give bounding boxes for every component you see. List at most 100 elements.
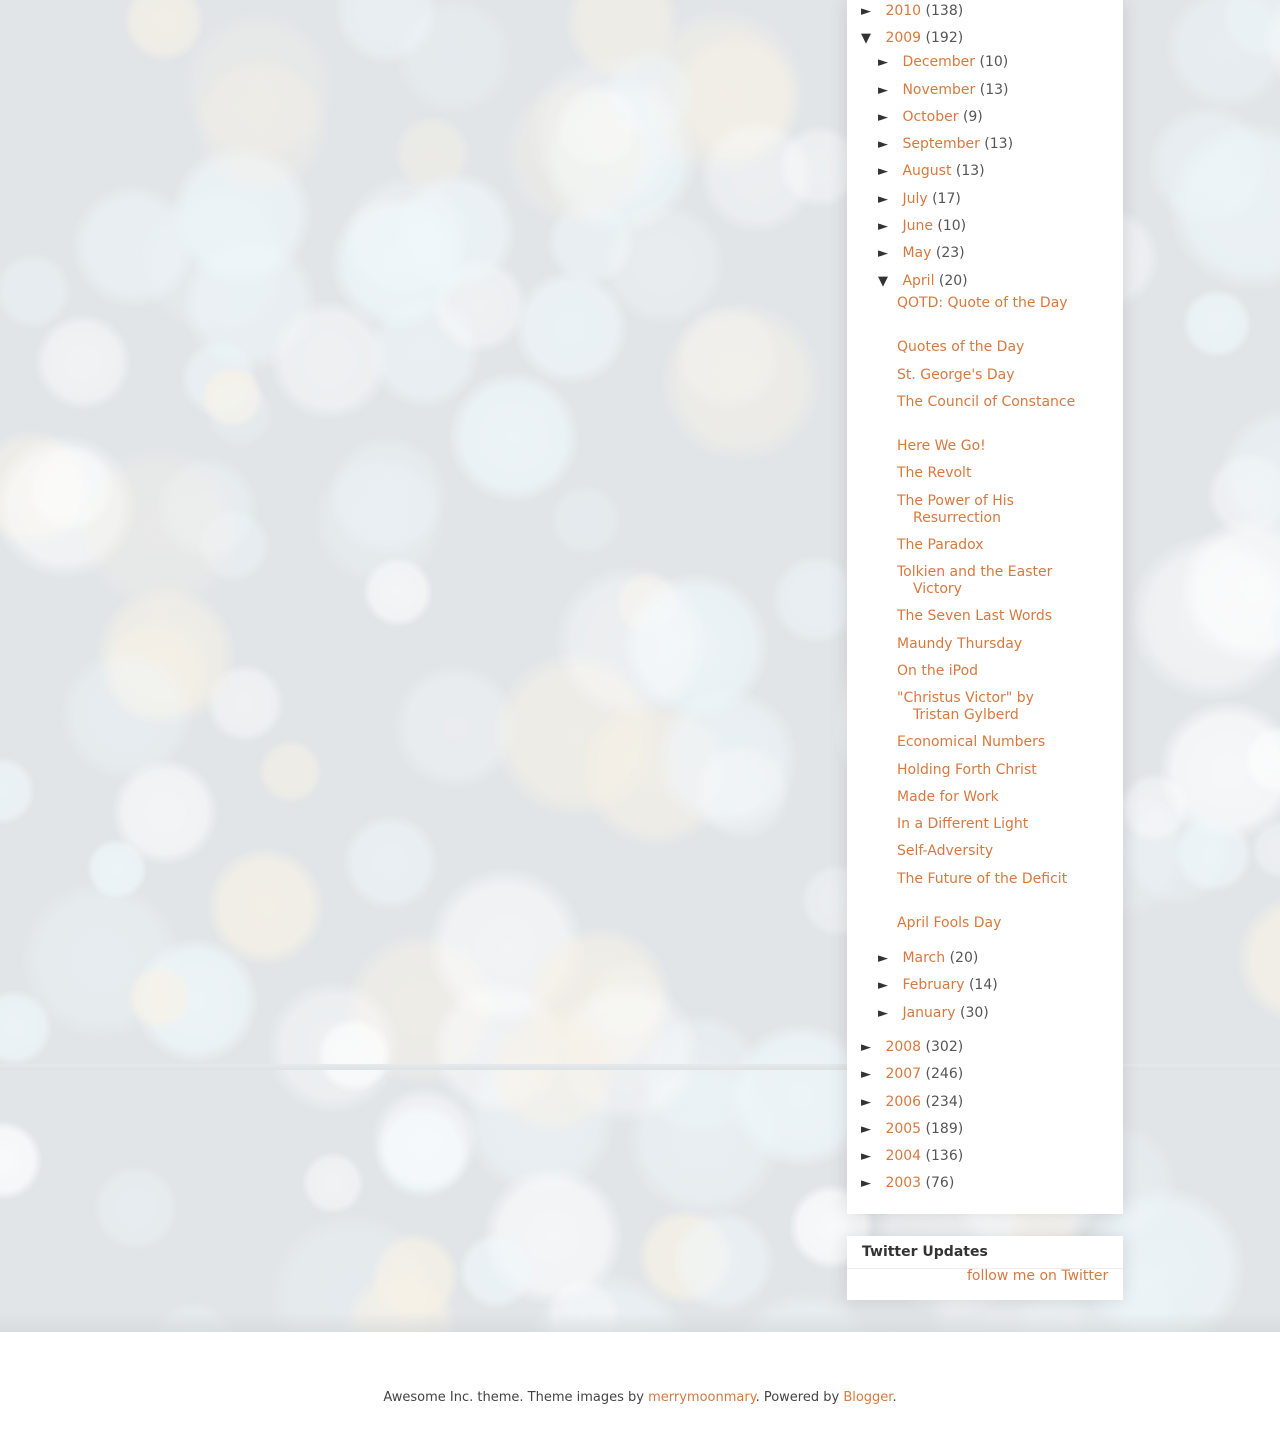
expand-toggle-icon[interactable]: ► xyxy=(878,190,898,210)
archive-post-link[interactable]: Economical Numbers xyxy=(897,734,1078,751)
blog-archive-widget xyxy=(847,0,1123,1214)
archive-month-link[interactable]: February xyxy=(902,977,964,993)
archive-count: (189) xyxy=(925,1121,964,1137)
expand-toggle-icon[interactable]: ► xyxy=(878,53,898,73)
expand-toggle-icon[interactable]: ► xyxy=(878,135,898,155)
expand-toggle-icon[interactable]: ► xyxy=(861,1065,881,1085)
archive-year-link[interactable]: 2004 xyxy=(885,1148,921,1164)
bokeh-light xyxy=(61,648,194,781)
expand-toggle-icon[interactable]: ► xyxy=(878,217,898,237)
footer: Awesome Inc. theme. Theme images by merr… xyxy=(0,1390,1280,1405)
archive-year-link[interactable]: 2009 xyxy=(885,30,921,46)
archive-post-link[interactable]: Self-Adversity xyxy=(897,843,1078,860)
bokeh-light xyxy=(1174,814,1253,893)
archive-post-link[interactable]: Maundy Thursday xyxy=(897,636,1078,653)
archive-month-link[interactable]: April xyxy=(902,273,934,289)
theme-images-credit-link[interactable]: merrymoonmary xyxy=(648,1390,755,1405)
archive-post-link[interactable]: April Fools Day xyxy=(897,915,1078,932)
archive-month-october: ► October (9) xyxy=(878,107,983,127)
bokeh-light xyxy=(603,203,725,325)
expand-toggle-icon[interactable]: ► xyxy=(878,244,898,264)
archive-month-january: ► January (30) xyxy=(878,1003,989,1023)
archive-month-link[interactable]: November xyxy=(902,82,975,98)
archive-post-link[interactable]: Made for Work xyxy=(897,789,1078,806)
expand-toggle-icon[interactable]: ► xyxy=(861,1147,881,1167)
archive-month-link[interactable]: August xyxy=(902,163,951,179)
bokeh-light xyxy=(458,1232,535,1309)
expand-toggle-icon[interactable]: ► xyxy=(861,1038,881,1058)
bokeh-light xyxy=(27,445,115,533)
expand-toggle-icon[interactable]: ► xyxy=(878,1004,898,1024)
archive-month-november: ► November (13) xyxy=(878,80,1009,100)
archive-year-link[interactable]: 2005 xyxy=(885,1121,921,1137)
archive-month-link[interactable]: June xyxy=(902,218,933,234)
archive-year-2007: ► 2007 (246) xyxy=(861,1064,963,1084)
bokeh-light xyxy=(313,455,444,587)
archive-post-link[interactable]: Holding Forth Christ xyxy=(897,762,1078,779)
bokeh-light xyxy=(205,379,274,448)
bokeh-light xyxy=(1182,289,1252,359)
expand-toggle-icon[interactable]: ► xyxy=(878,108,898,128)
blogger-link[interactable]: Blogger xyxy=(843,1390,892,1405)
twitter-widget-title: Twitter Updates xyxy=(862,1244,988,1260)
archive-post-link[interactable]: In a Different Light xyxy=(897,816,1078,833)
archive-post-link[interactable]: The Council of Constance xyxy=(897,394,1078,411)
archive-year-2008: ► 2008 (302) xyxy=(861,1037,963,1057)
bokeh-light xyxy=(550,484,621,555)
archive-month-june: ► June (10) xyxy=(878,216,966,236)
expand-toggle-icon[interactable]: ► xyxy=(861,2,881,22)
archive-month-link[interactable]: October xyxy=(902,109,958,125)
archive-month-december: ► December (10) xyxy=(878,52,1008,72)
expand-toggle-icon[interactable]: ► xyxy=(861,1093,881,1113)
archive-month-july: ► July (17) xyxy=(878,189,961,209)
archive-post-link[interactable]: The Seven Last Words xyxy=(897,608,1078,625)
bokeh-light xyxy=(302,1152,365,1215)
archive-month-link[interactable]: September xyxy=(902,136,979,152)
archive-month-link[interactable]: December xyxy=(902,54,975,70)
bokeh-light xyxy=(1236,894,1280,1025)
bokeh-light xyxy=(372,1087,478,1193)
archive-year-link[interactable]: 2007 xyxy=(885,1066,921,1082)
archive-post-link[interactable]: QOTD: Quote of the Day xyxy=(897,295,1078,312)
follow-twitter-link[interactable]: follow me on Twitter xyxy=(967,1268,1108,1284)
bokeh-light xyxy=(342,814,438,910)
archive-month-link[interactable]: July xyxy=(902,191,927,207)
expand-toggle-icon[interactable]: ► xyxy=(861,1174,881,1194)
archive-month-april: ▼ April (20) xyxy=(878,271,968,291)
archive-year-link[interactable]: 2006 xyxy=(885,1094,921,1110)
archive-year-link[interactable]: 2008 xyxy=(885,1039,921,1055)
archive-post-link[interactable]: St. George's Day xyxy=(897,367,1078,384)
archive-month-link[interactable]: March xyxy=(902,950,945,966)
archive-month-march: ► March (20) xyxy=(878,948,978,968)
expand-toggle-icon[interactable]: ► xyxy=(861,1120,881,1140)
archive-year-link[interactable]: 2003 xyxy=(885,1175,921,1191)
bokeh-light xyxy=(127,965,192,1029)
collapse-toggle-icon[interactable]: ▼ xyxy=(878,272,898,292)
archive-count: (246) xyxy=(925,1066,964,1082)
archive-month-february: ► February (14) xyxy=(878,975,998,995)
bokeh-light xyxy=(449,372,579,502)
archive-month-link[interactable]: January xyxy=(902,1005,955,1021)
archive-post-link[interactable]: The Revolt xyxy=(897,465,1078,482)
archive-year-link[interactable]: 2010 xyxy=(885,3,921,19)
collapse-toggle-icon[interactable]: ▼ xyxy=(861,29,881,49)
archive-count: (9) xyxy=(962,109,983,125)
footer-text: . Powered by xyxy=(755,1390,844,1405)
expand-toggle-icon[interactable]: ► xyxy=(878,949,898,969)
archive-post-link[interactable]: Quotes of the Day xyxy=(897,339,1078,356)
archive-count: (10) xyxy=(979,54,1009,70)
expand-toggle-icon[interactable]: ► xyxy=(878,162,898,182)
expand-toggle-icon[interactable]: ► xyxy=(878,81,898,101)
archive-month-may: ► May (23) xyxy=(878,243,965,263)
archive-post-link[interactable]: "Christus Victor" by Tristan Gylberd xyxy=(897,690,1078,724)
archive-post-link[interactable]: Tolkien and the Easter Victory xyxy=(897,564,1078,598)
archive-month-link[interactable]: May xyxy=(902,245,931,261)
expand-toggle-icon[interactable]: ► xyxy=(878,976,898,996)
archive-post-link[interactable]: The Paradox xyxy=(897,537,1078,554)
archive-post-link[interactable]: On the iPod xyxy=(897,663,1078,680)
archive-year-2009: ▼ 2009 (192) xyxy=(861,28,963,48)
archive-year-2003: ► 2003 (76) xyxy=(861,1173,954,1193)
archive-post-link[interactable]: The Future of the Deficit xyxy=(897,871,1078,888)
archive-post-link[interactable]: Here We Go! xyxy=(897,438,1078,455)
archive-post-link[interactable]: The Power of His Resurrection xyxy=(897,493,1078,527)
